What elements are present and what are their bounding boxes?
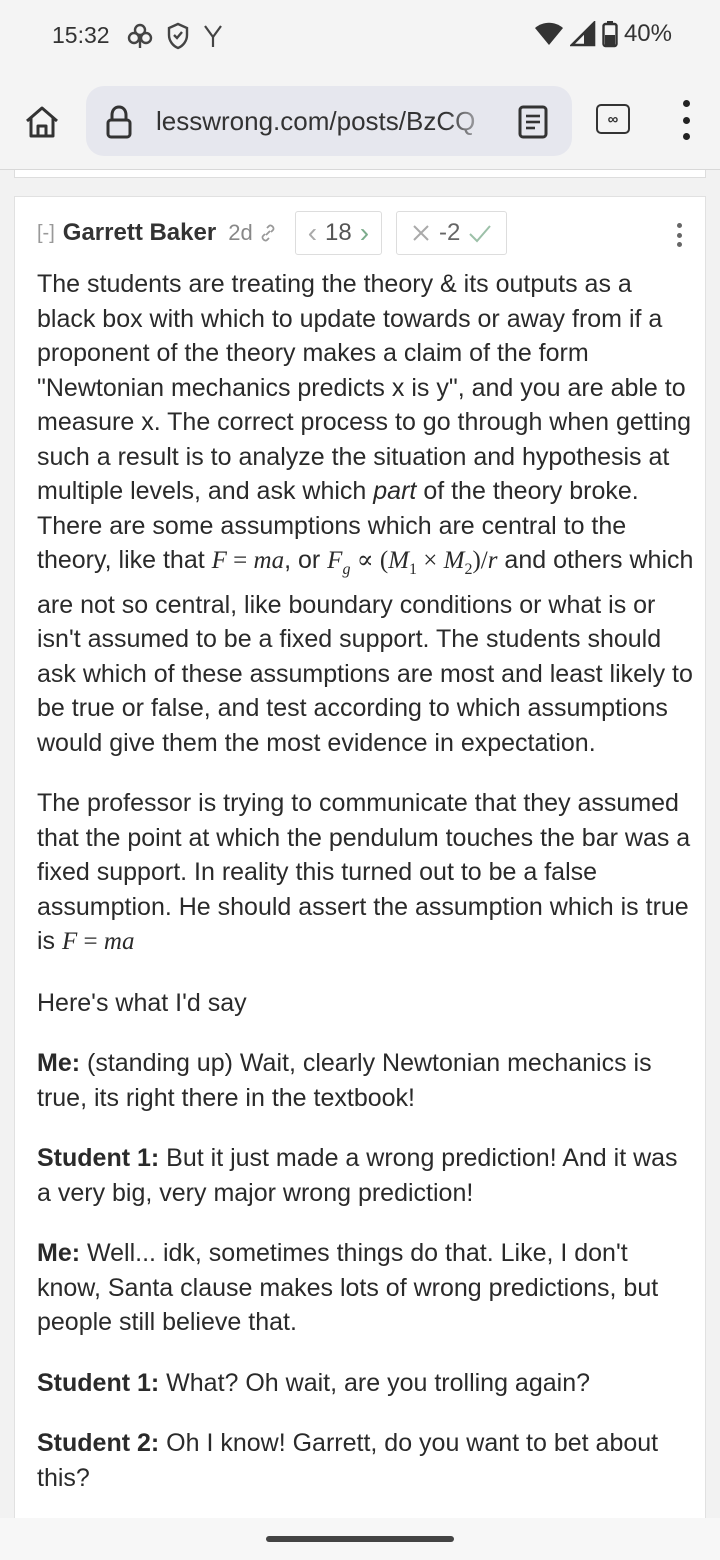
fan-icon <box>127 23 153 48</box>
cell-signal-icon <box>569 21 596 47</box>
battery-icon <box>602 21 618 48</box>
karma-vote: ‹ 18 › <box>294 211 383 255</box>
math-var: ma <box>103 928 135 955</box>
math-var: M <box>388 547 410 574</box>
dialogue-line: Me: Well... idk, sometimes things do tha… <box>37 1236 697 1340</box>
dialogue-line: Student 2: Oh I know! Garrett, do you wa… <box>37 1426 697 1495</box>
math-var: F <box>327 547 343 574</box>
notification-icons <box>126 22 224 50</box>
status-time: 15:32 <box>52 22 110 48</box>
agreement-vote: -2 <box>396 211 508 255</box>
equation-f-ma: F = ma <box>212 547 284 574</box>
math-var: r <box>487 547 498 574</box>
speaker-label: Student 2: <box>37 1429 160 1457</box>
math-var: F <box>62 928 78 955</box>
math-op: × <box>417 547 444 574</box>
address-bar[interactable]: lesswrong.com/posts/BzCQ <box>86 86 572 156</box>
author-name[interactable]: Garrett Baker <box>63 219 216 247</box>
tabs-button[interactable]: ∞ <box>596 104 630 134</box>
url-text: lesswrong.com/posts/BzCQ <box>156 106 476 136</box>
math-var: ma <box>253 547 285 574</box>
agree-icon[interactable] <box>468 223 492 243</box>
comment-header: [-] Garrett Baker 2d ‹ 18 › -2 <box>37 211 687 255</box>
math-op: = <box>77 928 104 955</box>
agreement-score: -2 <box>439 219 461 246</box>
dialogue-text: (standing up) Wait, clearly Newtonian me… <box>37 1049 652 1112</box>
paragraph: The professor is trying to communicate t… <box>37 786 697 960</box>
comment-body: The students are treating the theory & i… <box>37 267 697 1521</box>
y-combinator-icon <box>204 25 222 47</box>
math-subscript: 1 <box>409 561 418 578</box>
wifi-icon <box>534 22 563 45</box>
dialogue-text: Well... idk, sometimes things do that. L… <box>37 1239 659 1336</box>
math-op: )/ <box>472 547 488 574</box>
navigation-bar <box>0 1518 720 1560</box>
speaker-label: Me: <box>37 1049 81 1077</box>
speaker-label: Student 1: <box>37 1368 160 1397</box>
url-fade <box>446 98 496 144</box>
comment-age[interactable]: 2d <box>228 220 252 246</box>
text-span: The students are treating the theory & i… <box>37 270 692 505</box>
text-span: and others which are not so central, lik… <box>37 546 694 757</box>
math-op: = <box>226 547 254 574</box>
dialogue-line: Student 1: What? Oh wait, are you trolli… <box>37 1366 697 1401</box>
system-icons: 40% <box>534 20 672 48</box>
lock-icon <box>106 105 132 139</box>
collapse-toggle[interactable]: [-] <box>37 222 55 245</box>
home-icon[interactable] <box>22 102 62 142</box>
paragraph: Here's what I'd say <box>37 988 247 1017</box>
shield-icon <box>167 22 189 50</box>
upvote-button[interactable]: › <box>360 217 369 249</box>
paragraph: The students are treating the theory & i… <box>37 267 697 760</box>
link-icon[interactable] <box>259 224 277 242</box>
previous-comment-edge <box>14 170 706 178</box>
karma-score: 18 <box>325 219 352 246</box>
downvote-button[interactable]: ‹ <box>308 217 317 249</box>
comment-options-icon[interactable] <box>675 223 683 247</box>
battery-percentage: 40% <box>623 20 672 47</box>
math-op: ∝ ( <box>350 547 389 574</box>
emphasis-text: part <box>373 477 417 505</box>
dialogue-line: Student 1: But it just made a wrong pred… <box>37 1141 697 1210</box>
dialogue-line: Me: (standing up) Wait, clearly Newtonia… <box>37 1046 697 1115</box>
equation-gravity: Fg ∝ (M1 × M2)/r <box>327 547 498 578</box>
reader-mode-icon[interactable] <box>518 105 548 139</box>
text-span: The professor is trying to communicate t… <box>37 789 691 955</box>
disagree-icon[interactable] <box>411 223 431 243</box>
status-bar: 15:32 40% <box>0 0 720 72</box>
dialogue-text: What? Oh wait, are you trolling again? <box>159 1368 591 1397</box>
equation-f-ma: F = ma <box>62 928 134 955</box>
math-var: F <box>211 547 227 574</box>
comment-card: [-] Garrett Baker 2d ‹ 18 › -2 The stude… <box>14 196 706 1526</box>
gesture-handle[interactable] <box>266 1536 454 1542</box>
math-var: M <box>443 547 465 574</box>
speaker-label: Student 1: <box>37 1144 160 1172</box>
speaker-label: Me: <box>37 1239 81 1267</box>
text-span: , or <box>284 546 328 574</box>
browser-menu-button[interactable] <box>676 100 696 140</box>
